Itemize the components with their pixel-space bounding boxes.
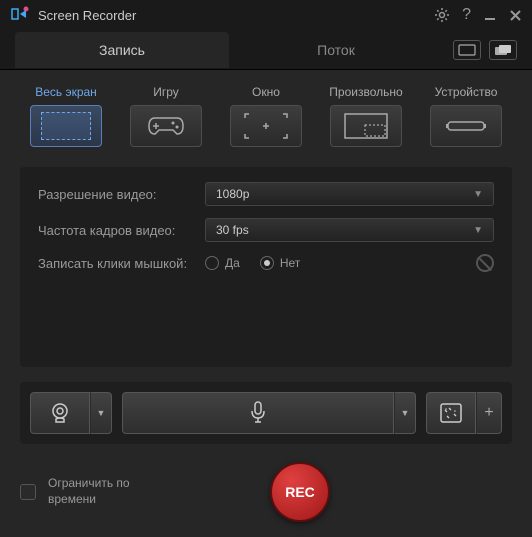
clicks-radio-yes[interactable]: Да: [205, 256, 240, 270]
settings-panel: Разрешение видео: 1080p ▼ Частота кадров…: [20, 167, 512, 367]
clicks-label: Записать клики мышкой:: [38, 256, 193, 271]
settings-icon[interactable]: [434, 7, 450, 23]
content-area: Весь экран Игру Окно Произвольно Устройс…: [0, 70, 532, 537]
resolution-value: 1080p: [216, 187, 249, 201]
mode-game-label: Игру: [153, 85, 179, 99]
capture-mode-row: Весь экран Игру Окно Произвольно Устройс…: [20, 85, 512, 147]
mode-fullscreen[interactable]: Весь экран: [20, 85, 112, 147]
webcam-dropdown[interactable]: ▼: [90, 392, 112, 434]
tab-record[interactable]: Запись: [15, 32, 229, 68]
titlebar: Screen Recorder ?: [0, 0, 532, 30]
mode-fullscreen-label: Весь экран: [35, 85, 97, 99]
mode-game[interactable]: Игру: [120, 85, 212, 147]
app-title: Screen Recorder: [38, 8, 434, 23]
device-icon: [444, 116, 488, 136]
microphone-icon: [249, 400, 267, 426]
fullscreen-icon: [41, 112, 91, 140]
preview-mode-icon[interactable]: [453, 40, 481, 60]
resolution-label: Разрешение видео:: [38, 187, 193, 202]
radio-circle-icon: [260, 256, 274, 270]
chevron-down-icon: ▼: [473, 225, 483, 236]
fps-label: Частота кадров видео:: [38, 223, 193, 238]
device-row: ▼ ▼ +: [20, 382, 512, 444]
fps-select[interactable]: 30 fps ▼: [205, 218, 494, 242]
webcam-button[interactable]: [30, 392, 90, 434]
mode-custom-label: Произвольно: [329, 85, 402, 99]
overlay-button[interactable]: [426, 392, 476, 434]
webcam-icon: [49, 402, 71, 424]
app-logo-icon: [10, 5, 30, 25]
minimize-icon[interactable]: [483, 8, 497, 22]
mode-window-label: Окно: [252, 85, 280, 99]
prohibit-icon: [476, 254, 494, 272]
tab-row: Запись Поток: [0, 30, 532, 70]
radio-yes-label: Да: [225, 256, 240, 270]
gamepad-icon: [147, 114, 185, 138]
help-icon[interactable]: ?: [462, 6, 471, 24]
mode-window[interactable]: Окно: [220, 85, 312, 147]
custom-area-icon: [343, 112, 389, 140]
radio-no-label: Нет: [280, 256, 300, 270]
overlay-icon: [439, 402, 463, 424]
microphone-button[interactable]: [122, 392, 394, 434]
bottom-row: Ограничить по времени REC: [20, 462, 512, 537]
chevron-down-icon: ▼: [473, 189, 483, 200]
time-limit-checkbox[interactable]: [20, 484, 36, 500]
fps-value: 30 fps: [216, 223, 249, 237]
mode-device[interactable]: Устройство: [420, 85, 512, 147]
overlay-add-button[interactable]: +: [476, 392, 502, 434]
clicks-radio-no[interactable]: Нет: [260, 256, 300, 270]
tab-stream[interactable]: Поток: [229, 32, 443, 68]
time-limit-label: Ограничить по времени: [48, 476, 158, 507]
microphone-dropdown[interactable]: ▼: [394, 392, 416, 434]
mode-custom[interactable]: Произвольно: [320, 85, 412, 147]
mode-device-label: Устройство: [435, 85, 498, 99]
record-button[interactable]: REC: [270, 462, 330, 522]
window-select-icon: [243, 112, 289, 140]
multi-window-icon[interactable]: [489, 40, 517, 60]
close-icon[interactable]: [509, 9, 522, 22]
radio-circle-icon: [205, 256, 219, 270]
resolution-select[interactable]: 1080p ▼: [205, 182, 494, 206]
